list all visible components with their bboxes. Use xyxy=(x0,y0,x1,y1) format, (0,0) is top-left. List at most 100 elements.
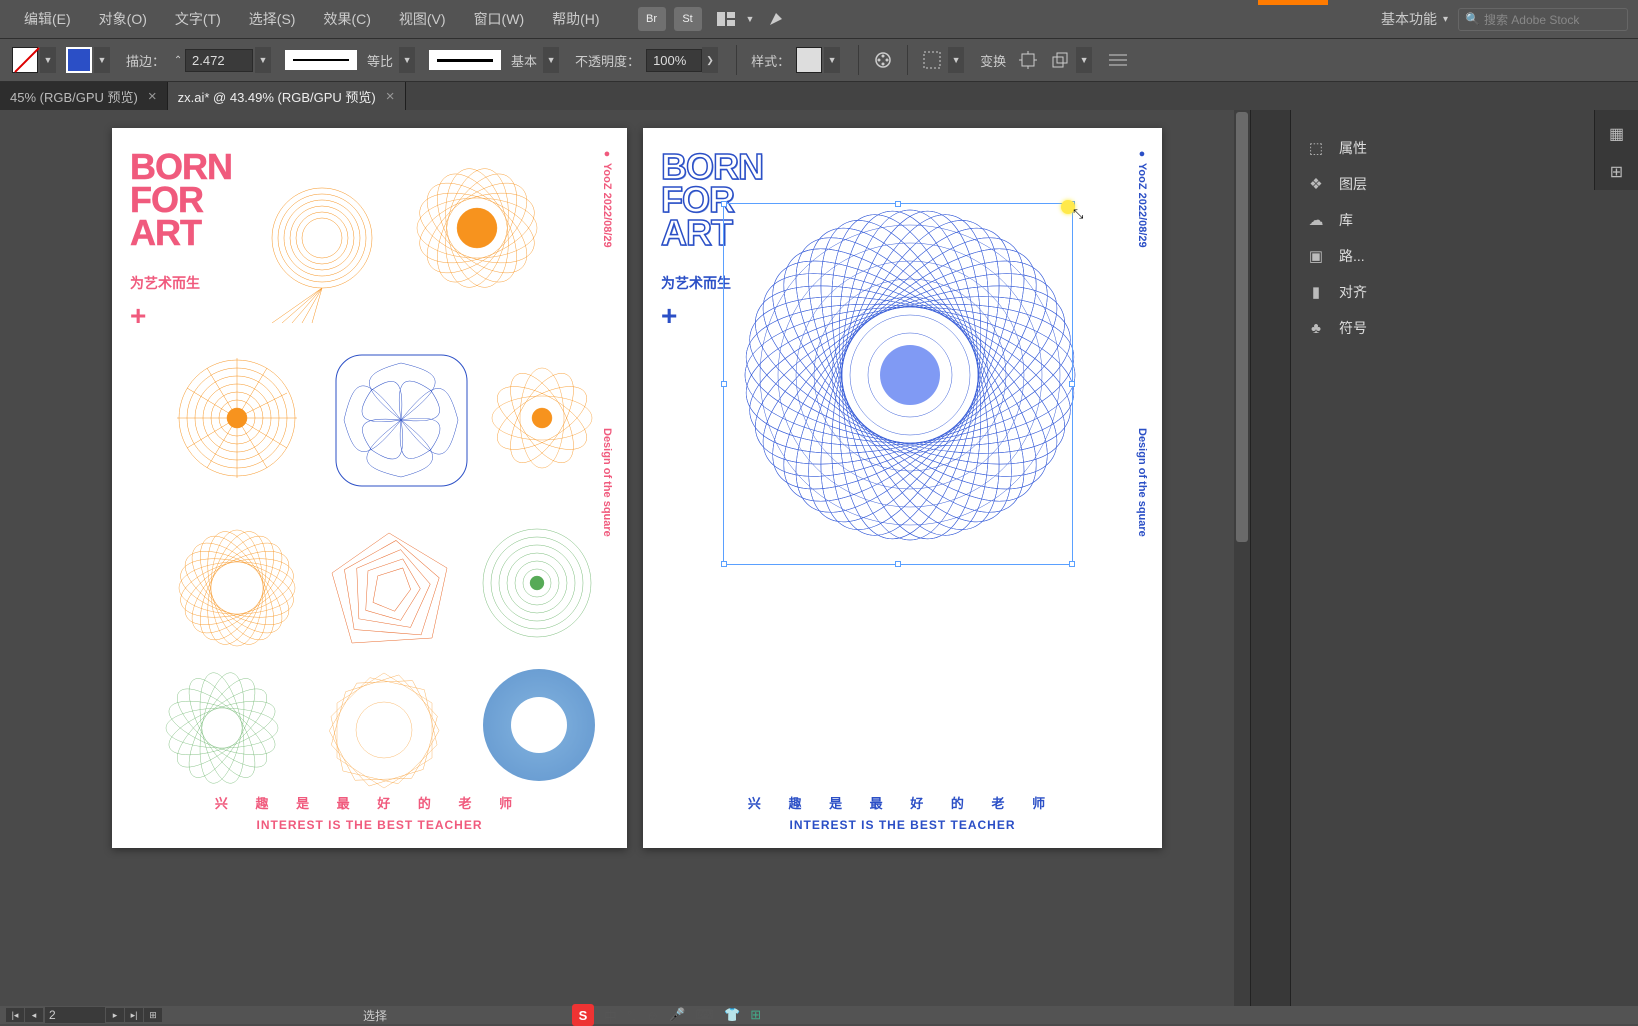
menu-help[interactable]: 帮助(H) xyxy=(538,9,613,29)
menu-window[interactable]: 窗口(W) xyxy=(460,9,539,29)
style-chevron-icon[interactable]: ▼ xyxy=(824,47,840,73)
selection-bounding-box[interactable] xyxy=(723,203,1073,565)
ime-punct[interactable]: °, xyxy=(627,1008,636,1023)
bridge-icon[interactable]: Br xyxy=(638,7,666,31)
close-icon[interactable]: × xyxy=(148,88,157,105)
menu-effect[interactable]: 效果(C) xyxy=(309,9,384,29)
vertical-scrollbar[interactable] xyxy=(1234,110,1250,1006)
collapsed-panel-strip[interactable] xyxy=(1250,110,1290,1006)
panel-pathfinder[interactable]: ▣ 路... xyxy=(1291,238,1638,274)
chevron-down-icon[interactable]: ▼ xyxy=(746,14,755,24)
workspace-label: 基本功能 xyxy=(1381,9,1437,29)
brush-definition[interactable] xyxy=(429,50,501,70)
properties-icon[interactable]: ⊞ xyxy=(1610,162,1623,182)
stroke-swatch[interactable] xyxy=(66,47,92,73)
panel-properties[interactable]: ⬚ 属性 xyxy=(1291,130,1638,166)
panel-label: 路... xyxy=(1339,246,1365,266)
separator xyxy=(736,45,737,75)
profile-chevron-icon[interactable]: ▼ xyxy=(399,47,415,73)
collapse-panels-icon[interactable]: ◂◂ xyxy=(1291,110,1638,130)
menu-type[interactable]: 文字(T) xyxy=(161,9,235,29)
stock-icon[interactable]: St xyxy=(674,7,702,31)
fill-menu-chevron-icon[interactable]: ▼ xyxy=(40,47,56,73)
poster-subtitle: 为艺术而生 xyxy=(661,273,731,293)
next-artboard-icon[interactable]: ▸ xyxy=(106,1008,124,1022)
isolate-icon[interactable] xyxy=(1016,48,1040,72)
stroke-weight-chevron-icon[interactable]: ▼ xyxy=(255,47,271,73)
scrollbar-thumb[interactable] xyxy=(1236,112,1248,542)
layers-icon: ❖ xyxy=(1305,175,1327,193)
first-artboard-icon[interactable]: |◂ xyxy=(6,1008,24,1022)
far-panel-icons: ▦ ⊞ xyxy=(1594,110,1638,190)
stroke-link-icon[interactable]: ⌃ xyxy=(171,48,185,72)
panel-menu-icon[interactable] xyxy=(1106,48,1130,72)
style-label: 样式： xyxy=(751,51,790,70)
search-icon: 🔍 xyxy=(1465,12,1480,26)
sogou-icon[interactable]: S xyxy=(572,1004,594,1026)
document-tab[interactable]: zx.ai* @ 43.49% (RGB/GPU 预览) × xyxy=(168,82,406,110)
panel-libraries[interactable]: ☁ 库 xyxy=(1291,202,1638,238)
arrange-docs-icon[interactable] xyxy=(714,7,738,31)
opacity-chevron-icon[interactable]: ❯ xyxy=(702,47,718,73)
panel-layers[interactable]: ❖ 图层 xyxy=(1291,166,1638,202)
spiro-blue-square xyxy=(334,353,469,488)
align-icon: ▮ xyxy=(1305,283,1327,301)
selection-handle[interactable] xyxy=(1069,561,1075,567)
fill-swatch[interactable] xyxy=(12,47,38,73)
poster-side-text: ● YooZ 2022/08/29 xyxy=(1136,148,1148,248)
ime-toolbox-icon[interactable]: ⊞ xyxy=(750,1007,761,1023)
graphic-style-swatch[interactable] xyxy=(796,47,822,73)
selection-handle[interactable] xyxy=(721,201,727,207)
stroke-menu-chevron-icon[interactable]: ▼ xyxy=(94,47,110,73)
transform-each-icon[interactable] xyxy=(1048,48,1072,72)
poster-plus: + xyxy=(661,300,677,332)
menubar: 编辑(E) 对象(O) 文字(T) 选择(S) 效果(C) 视图(V) 窗口(W… xyxy=(0,0,1638,38)
poster-side-text-2: Design of the square xyxy=(601,428,613,537)
document-tab[interactable]: 45% (RGB/GPU 预览) × xyxy=(0,82,168,110)
artboard-number-input[interactable]: 2 xyxy=(45,1007,105,1023)
ime-lang[interactable]: 中 xyxy=(604,1006,617,1025)
transform-chevron-icon[interactable]: ▼ xyxy=(1076,47,1092,73)
spiro-blue-ring xyxy=(477,663,602,788)
variable-width-profile[interactable] xyxy=(285,50,357,70)
search-placeholder: 搜索 Adobe Stock xyxy=(1484,11,1579,28)
panel-symbols[interactable]: ♣ 符号 xyxy=(1291,310,1638,346)
gpu-preview-icon[interactable] xyxy=(764,7,788,31)
selection-handle[interactable] xyxy=(721,381,727,387)
align-to-icon[interactable] xyxy=(920,48,944,72)
artboard-nav-icon[interactable]: ⊞ xyxy=(144,1008,162,1022)
selection-handle[interactable] xyxy=(1069,381,1075,387)
ime-skin-icon[interactable]: 👕 xyxy=(724,1007,740,1023)
selection-handle[interactable] xyxy=(895,561,901,567)
ime-emoji-icon[interactable]: ☺ xyxy=(646,1008,659,1023)
ime-mic-icon[interactable]: 🎤 xyxy=(669,1007,685,1023)
spiro-orange-3: /* placeholder */ xyxy=(172,353,302,483)
poster-side-text: ● YooZ 2022/08/29 xyxy=(601,148,613,248)
align-chevron-icon[interactable]: ▼ xyxy=(948,47,964,73)
ime-taskbar: S 中 °, ☺ 🎤 ⌨ 👕 ⊞ xyxy=(572,1004,761,1026)
poster-footer-en: INTEREST IS THE BEST TEACHER xyxy=(643,818,1162,832)
artboard-1: BORN FOR ART 为艺术而生 + ● YooZ 2022/08/29 D… xyxy=(112,128,627,848)
selection-handle[interactable] xyxy=(895,201,901,207)
recolor-icon[interactable] xyxy=(871,48,895,72)
workspace-switcher[interactable]: 基本功能 ▾ xyxy=(1381,9,1448,29)
menu-edit[interactable]: 编辑(E) xyxy=(10,9,85,29)
panel-align[interactable]: ▮ 对齐 xyxy=(1291,274,1638,310)
close-icon[interactable]: × xyxy=(386,88,395,105)
selection-handle[interactable] xyxy=(721,561,727,567)
ime-keyboard-icon[interactable]: ⌨ xyxy=(695,1007,714,1023)
stroke-weight-input[interactable] xyxy=(185,49,253,72)
symbol-icon: ♣ xyxy=(1305,319,1327,337)
spiro-green-2 xyxy=(157,663,287,793)
opacity-label: 不透明度： xyxy=(575,51,640,70)
menu-select[interactable]: 选择(S) xyxy=(235,9,310,29)
prev-artboard-icon[interactable]: ◂ xyxy=(25,1008,43,1022)
menu-object[interactable]: 对象(O) xyxy=(85,9,161,29)
brush-chevron-icon[interactable]: ▼ xyxy=(543,47,559,73)
libraries-icon[interactable]: ▦ xyxy=(1609,124,1624,144)
last-artboard-icon[interactable]: ▸| xyxy=(125,1008,143,1022)
opacity-input[interactable] xyxy=(646,49,702,72)
search-input[interactable]: 🔍 搜索 Adobe Stock xyxy=(1458,8,1628,31)
menu-view[interactable]: 视图(V) xyxy=(385,9,460,29)
transform-button[interactable]: 变换 xyxy=(980,51,1006,70)
